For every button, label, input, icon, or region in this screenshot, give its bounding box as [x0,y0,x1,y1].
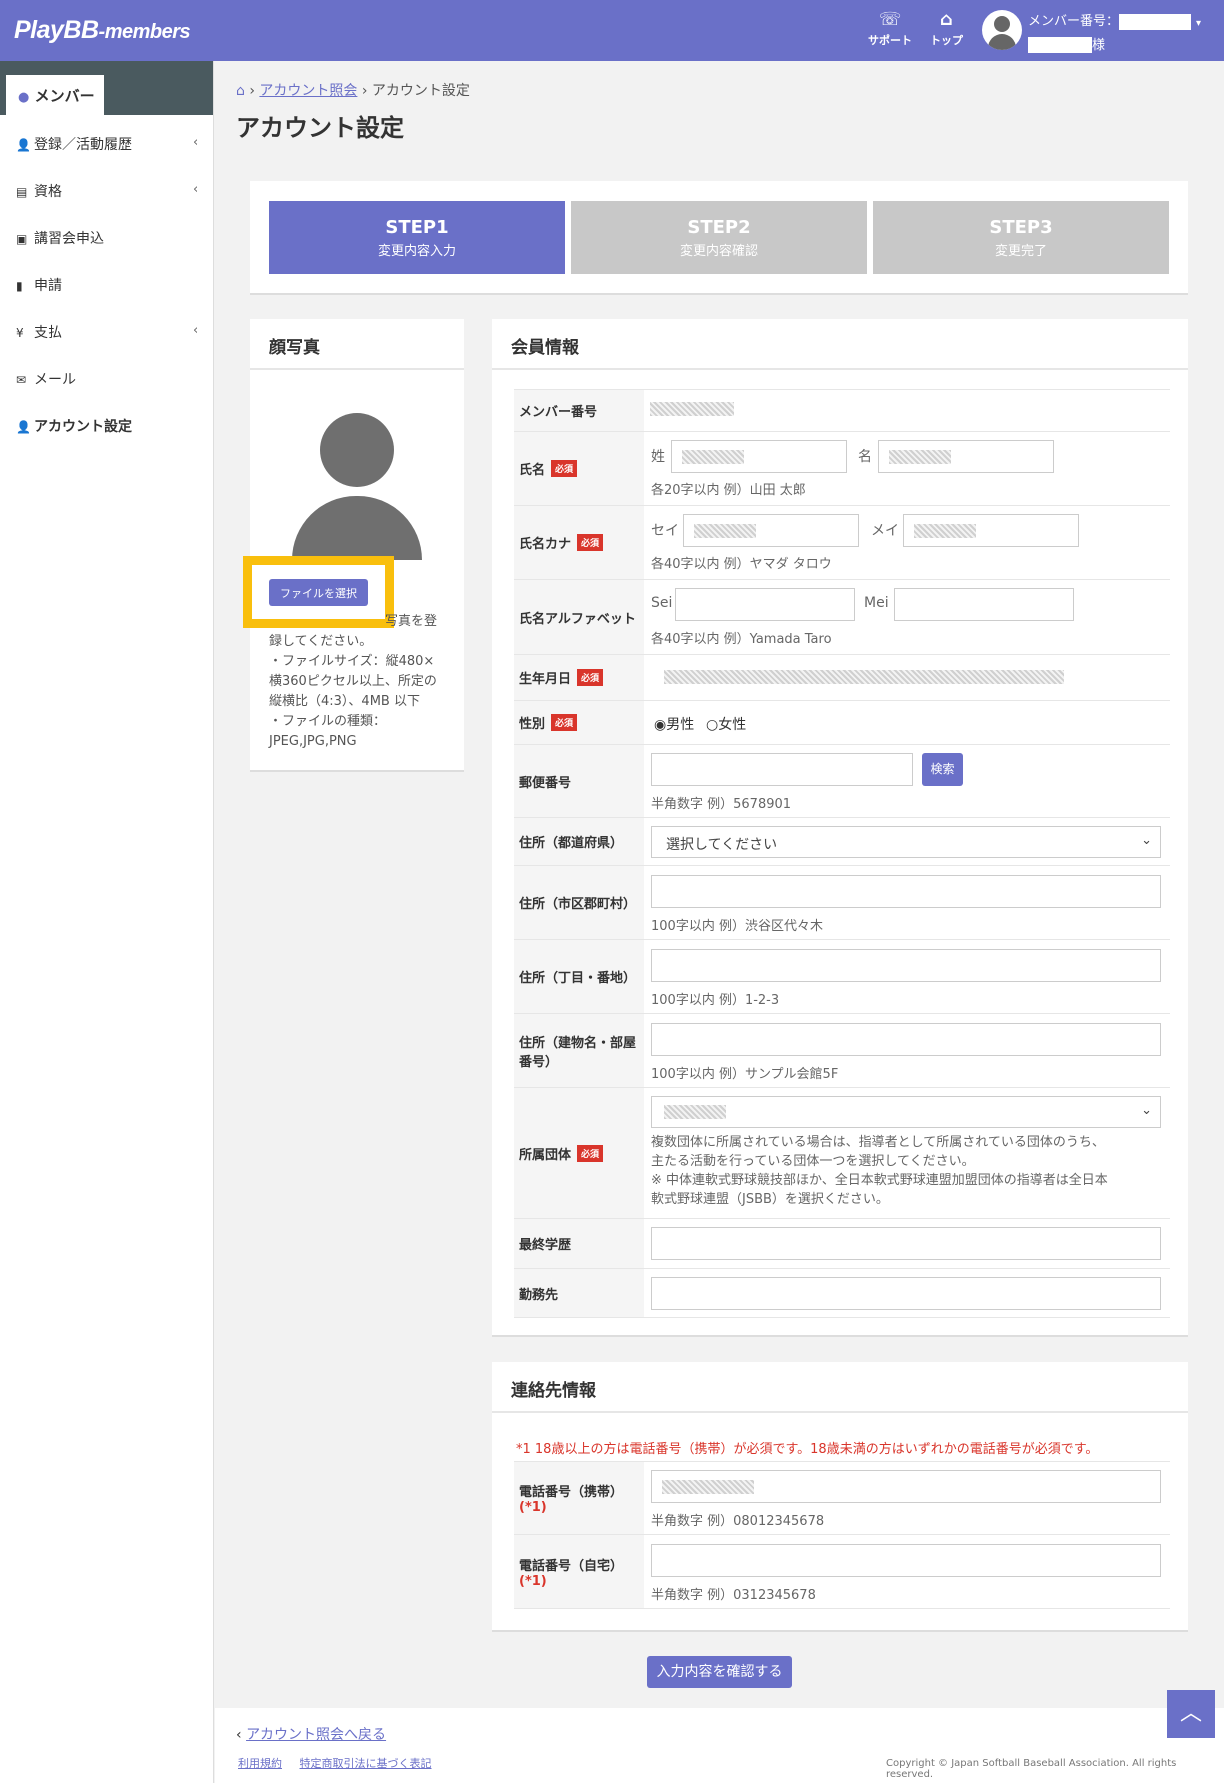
chevron-down-icon: ⌄ [1141,1103,1152,1118]
masked-member-no [1119,13,1192,30]
home-icon: ⌂ [940,9,953,30]
sidebar-item-qualification[interactable]: ▤ 資格 [16,181,62,201]
phone-warning: *1 18歳以上の方は電話番号（携帯）が必須です。18歳未満の方はいずれかの電話… [516,1442,1099,1457]
row-name: 氏名 必須 姓 名 各20字以内 例）山田 太郎 [514,431,1170,505]
row-education: 最終学歴 [514,1218,1170,1268]
photo-title: 顔写真 [269,338,320,358]
headset-icon: ☏ [878,9,902,30]
chevron-left-icon: ‹ [236,1727,242,1743]
user-gear-icon: 👤 [16,420,31,434]
envelope-icon: ✉ [16,373,27,387]
terms-link[interactable]: 利用規約 [238,1757,282,1770]
sidebar-item-account[interactable]: 👤 アカウント設定 [16,416,132,436]
user-icon: 👤 [16,138,31,152]
chevron-left-icon: ‹ [193,182,199,197]
masked-user-name [1028,37,1092,53]
back-link[interactable]: ‹ アカウント照会へ戻る [236,1724,386,1744]
first-name-kana-input[interactable] [903,514,1079,547]
top-bar: PlayBB-members ☏ サポート ⌂ トップ メンバー番号： ▾ 様 [0,0,1224,61]
building-input[interactable] [651,1023,1161,1056]
zip-search-button[interactable]: 検索 [922,753,963,786]
first-name-alpha-input[interactable] [894,588,1074,621]
row-home-phone: 電話番号（自宅） (*1) 半角数字 例）0312345678 [514,1534,1170,1609]
prefecture-select[interactable]: 選択してください ⌄ [651,826,1161,858]
scroll-top-button[interactable]: ︿ [1167,1690,1215,1738]
row-workplace: 勤務先 [514,1268,1170,1318]
sidebar-item-mail[interactable]: ✉ メール [16,369,76,389]
support-link[interactable]: ☏ サポート [868,8,912,48]
document-icon: ▮ [16,279,23,293]
sidebar-item-payment[interactable]: ¥ 支払 [16,322,62,342]
last-name-input[interactable] [671,440,847,473]
row-birth: 生年月日 必須 [514,654,1170,700]
chevron-down-icon: ⌄ [1141,833,1152,848]
file-select-button[interactable]: ファイルを選択 [269,579,368,606]
chevron-up-icon: ︿ [1179,1701,1202,1726]
row-member-no: メンバー番号 [514,389,1170,431]
row-mobile-phone: 電話番号（携帯） (*1) 半角数字 例）08012345678 [514,1461,1170,1534]
user-icon: ● [18,90,30,105]
member-info-title: 会員情報 [511,338,579,358]
row-building: 住所（建物名・部屋番号） 100字以内 例）サンプル会館5F [514,1013,1170,1087]
organization-select[interactable]: ⌄ [651,1096,1161,1128]
row-zip: 郵便番号 検索 半角数字 例）5678901 [514,744,1170,817]
gender-male-radio[interactable]: ◉男性 [654,714,694,734]
row-kana: 氏名カナ 必須 セイ メイ 各40字以内 例）ヤマダ タロウ [514,505,1170,579]
row-organization: 所属団体 必須 ⌄ 複数団体に所属されている場合は、指導者として所属されている団体… [514,1087,1170,1218]
first-name-input[interactable] [878,440,1054,473]
confirm-button[interactable]: 入力内容を確認する [647,1656,792,1688]
education-input[interactable] [651,1227,1161,1260]
law-link[interactable]: 特定商取引法に基づく表記 [300,1757,432,1770]
row-gender: 性別 必須 ◉男性 ○女性 [514,700,1170,744]
home-icon[interactable]: ⌂ [236,83,245,99]
row-block: 住所（丁目・番地） 100字以内 例）1-2-3 [514,939,1170,1013]
logo[interactable]: PlayBB-members [14,16,191,45]
sidebar-item-course[interactable]: ▣ 講習会申込 [16,228,104,248]
breadcrumb-link[interactable]: アカウント照会 [259,83,357,99]
home-phone-input[interactable] [651,1544,1161,1577]
member-info[interactable]: メンバー番号： ▾ 様 [1028,10,1201,53]
last-name-alpha-input[interactable] [675,588,855,621]
city-input[interactable] [651,875,1161,908]
breadcrumb: ⌂ › アカウント照会 › アカウント設定 [236,83,470,99]
row-city: 住所（市区郡町村） 100字以内 例）渋谷区代々木 [514,865,1170,939]
last-name-kana-input[interactable] [683,514,859,547]
copyright: Copyright © Japan Softball Baseball Asso… [886,1758,1177,1780]
chevron-left-icon: ‹ [193,323,199,338]
gender-female-radio[interactable]: ○女性 [706,714,746,734]
caret-down-icon: ▾ [1196,18,1202,29]
id-card-icon: ▤ [16,185,28,199]
block-input[interactable] [651,949,1161,982]
contact-title: 連絡先情報 [511,1381,596,1401]
step-3: STEP3 変更完了 [873,201,1169,274]
sidebar-tab-member[interactable]: ● メンバー [6,75,104,115]
page-title: アカウント設定 [236,114,404,142]
masked-birth-select[interactable] [664,670,1064,684]
sidebar: ● メンバー 👤 登録／活動履歴 ‹ ▤ 資格 ‹ ▣ 講習会申込 ▮ 申請 ¥ 支払 ‹… [0,61,214,1783]
board-icon: ▣ [16,232,28,246]
masked-value [650,402,734,416]
yen-icon: ¥ [16,326,24,340]
mobile-phone-input[interactable] [651,1470,1161,1503]
sidebar-item-application[interactable]: ▮ 申請 [16,275,62,295]
sidebar-item-history[interactable]: 👤 登録／活動履歴 [16,134,132,154]
chevron-left-icon: ‹ [193,135,199,150]
step-1: STEP1 変更内容入力 [269,201,565,274]
workplace-input[interactable] [651,1277,1161,1310]
row-alphabet: 氏名アルファベット Sei Mei 各40字以内 例）Yamada Taro [514,579,1170,654]
photo-note: 写真を登 録してください。 ・ファイルサイズ：縦480× 横360ピクセル以上、… [269,614,437,749]
row-prefecture: 住所（都道府県） 選択してください ⌄ [514,817,1170,865]
user-avatar[interactable] [982,10,1022,50]
step-2: STEP2 変更内容確認 [571,201,867,274]
top-link[interactable]: ⌂ トップ [930,8,963,48]
zip-input[interactable] [651,753,913,786]
